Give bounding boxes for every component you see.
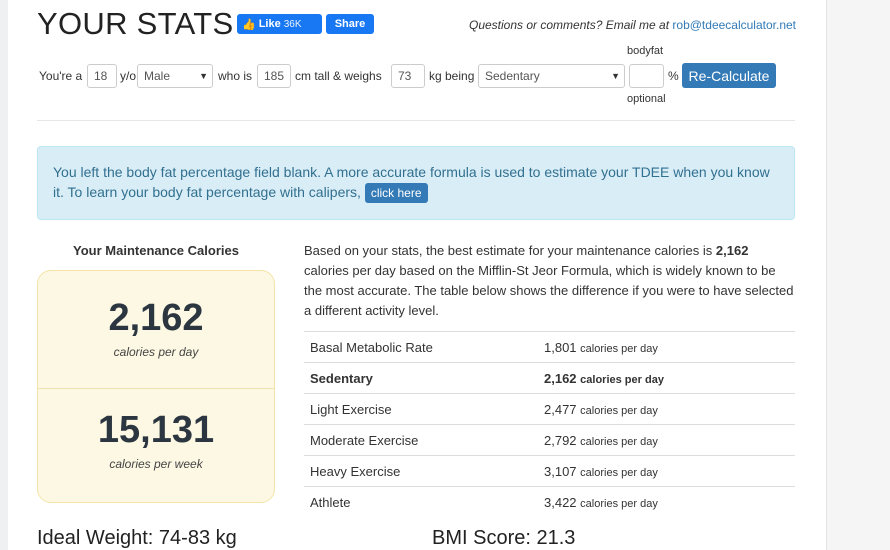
calorie-unit: calories per day [580, 497, 658, 510]
activity-value: Sedentary [485, 69, 540, 83]
cm-tall-label: cm tall & weighs [295, 69, 382, 83]
recalculate-button[interactable]: Re-Calculate [682, 63, 776, 88]
yo-label: y/o [120, 69, 137, 83]
who-is-label: who is [218, 69, 253, 83]
facebook-like-button[interactable]: 👍 Like 36K [237, 14, 322, 34]
activity-calories: 2,162 calories per day [544, 362, 795, 394]
divider [37, 120, 795, 121]
ideal-weight: Ideal Weight: 74-83 kg [37, 527, 237, 549]
activity-label: Light Exercise [304, 393, 544, 425]
chevron-down-icon: ▼ [199, 71, 208, 81]
table-row: Athlete 3,422 calories per day [304, 486, 795, 518]
activity-label: Heavy Exercise [304, 455, 544, 487]
main-panel: YOUR STATS 👍 Like 36K Share Questions or… [8, 0, 826, 550]
chevron-down-icon: ▼ [611, 71, 620, 81]
calorie-unit: calories per day [580, 435, 658, 448]
height-input[interactable]: 185 [257, 64, 291, 88]
calorie-unit: calories per day [580, 342, 658, 355]
table-row: Light Exercise 2,477 calories per day [304, 393, 795, 425]
box-divider [38, 388, 274, 389]
calories-per-week-value: 15,131 [97, 409, 215, 451]
weight-input[interactable]: 73 [391, 64, 425, 88]
activity-label: Moderate Exercise [304, 424, 544, 456]
activity-calories: 3,107 calories per day [544, 455, 795, 487]
bodyfat-label: bodyfat [627, 45, 664, 57]
facebook-share-button[interactable]: Share [326, 14, 374, 34]
bodyfat-info-alert: You left the body fat percentage field b… [37, 146, 795, 220]
calorie-unit: calories per day [580, 466, 658, 479]
table-row: Sedentary 2,162 calories per day [304, 362, 795, 394]
activity-level-table: Basal Metabolic Rate 1,801 calories per d… [304, 331, 795, 518]
table-row: Moderate Exercise 2,792 calories per day [304, 424, 795, 456]
thumbs-up-icon: 👍 [242, 18, 256, 31]
activity-label: Athlete [304, 486, 544, 518]
click-here-button[interactable]: click here [364, 183, 428, 204]
maintenance-title: Your Maintenance Calories [73, 243, 239, 258]
maintenance-calories-box: 2,162 calories per day 15,131 calories p… [37, 270, 275, 503]
calorie-value: 1,801 [544, 339, 577, 355]
calorie-value: 2,792 [544, 432, 577, 448]
activity-calories: 3,422 calories per day [544, 486, 795, 518]
gender-select[interactable]: Male ▼ [137, 64, 213, 88]
activity-calories: 2,792 calories per day [544, 424, 795, 456]
youre-a-label: You're a [39, 69, 83, 83]
maintenance-description: Based on your stats, the best estimate f… [304, 241, 796, 321]
contact-text: Questions or comments? Email me at [468, 18, 670, 32]
activity-calories: 1,801 calories per day [544, 331, 795, 363]
calories-per-day-label: calories per day [113, 345, 199, 359]
calorie-value: 2,162 [544, 370, 577, 386]
percent-label: % [668, 69, 679, 83]
bodyfat-input[interactable] [629, 64, 664, 88]
description-part2: calories per day based on the Mifflin-St… [304, 263, 794, 318]
calories-per-day-value: 2,162 [108, 297, 204, 339]
optional-label: optional [627, 93, 666, 105]
like-label: Like [258, 18, 281, 30]
table-row: Basal Metabolic Rate 1,801 calories per d… [304, 331, 795, 363]
activity-select[interactable]: Sedentary ▼ [478, 64, 625, 88]
activity-label: Sedentary [304, 362, 544, 394]
calorie-value: 3,107 [544, 463, 577, 479]
description-calories: 2,162 [715, 243, 749, 258]
calorie-value: 2,477 [544, 401, 577, 417]
like-count: 36K [283, 18, 302, 30]
description-part1: Based on your stats, the best estimate f… [304, 243, 713, 258]
contact-line: Questions or comments? Email me at rob@t… [469, 18, 796, 32]
contact-email-link[interactable]: rob@tdeecalculator.net [672, 18, 796, 32]
page-title: YOUR STATS [37, 6, 234, 41]
activity-label: Basal Metabolic Rate [304, 331, 544, 363]
calorie-unit: calories per day [580, 404, 658, 417]
calories-per-week-label: calories per week [109, 457, 203, 471]
kg-being-label: kg being [429, 69, 475, 83]
bmi-score: BMI Score: 21.3 [432, 527, 576, 549]
right-sidebar [826, 0, 890, 550]
calorie-value: 3,422 [544, 494, 577, 510]
table-row: Heavy Exercise 3,107 calories per day [304, 455, 795, 487]
gender-value: Male [144, 69, 171, 83]
calorie-unit: calories per day [580, 373, 664, 386]
age-input[interactable]: 18 [87, 64, 117, 88]
activity-calories: 2,477 calories per day [544, 393, 795, 425]
